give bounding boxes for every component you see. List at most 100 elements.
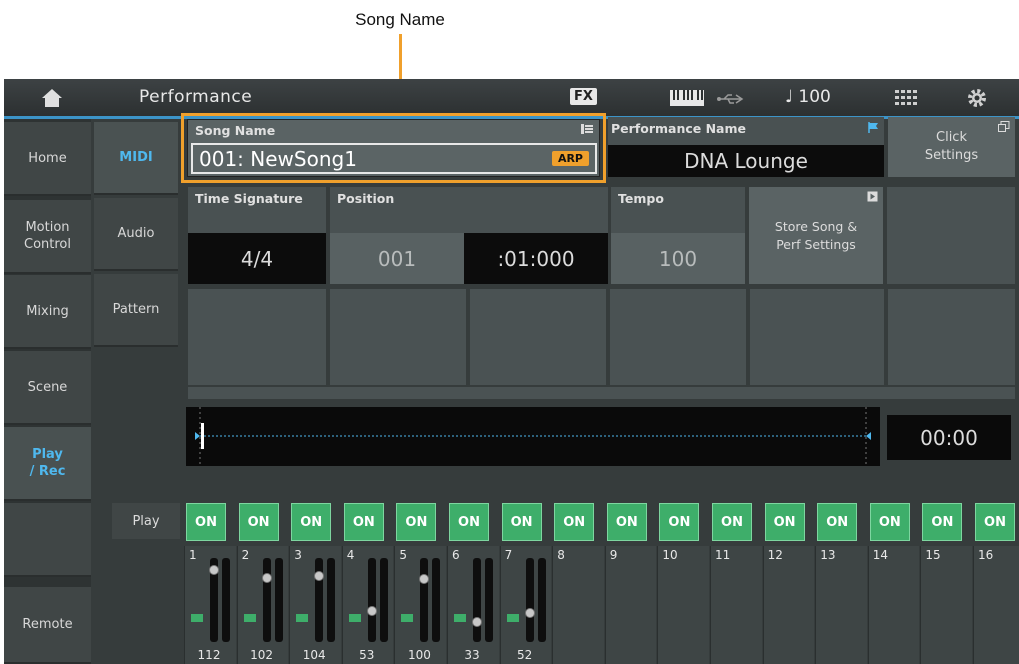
track-strip-2[interactable]: 2 102: [236, 546, 289, 664]
track-11-on-button[interactable]: ON: [712, 503, 752, 541]
song-timeline[interactable]: [186, 407, 880, 466]
empty-slot: [188, 387, 1015, 399]
nav-home[interactable]: Home: [4, 122, 91, 196]
track-12-on-button[interactable]: ON: [764, 503, 805, 541]
time-signature-label: Time Signature: [195, 191, 303, 206]
tempo-indicator[interactable]: ♩ 100: [785, 87, 831, 107]
play-icon: [867, 191, 878, 202]
click-settings-button[interactable]: Click Settings: [888, 117, 1015, 177]
nav-remote[interactable]: Remote: [4, 587, 91, 664]
track-strip-12[interactable]: 12: [762, 546, 815, 664]
sub-tab-midi[interactable]: MIDI: [94, 122, 178, 195]
nav-scene[interactable]: Scene: [4, 351, 91, 425]
volume-fader[interactable]: [314, 558, 325, 642]
track-10-on-button[interactable]: ON: [659, 503, 700, 541]
track-strip-4[interactable]: 4 53: [341, 546, 394, 664]
track-strip-5[interactable]: 5 100: [394, 546, 446, 664]
tempo-panel[interactable]: Tempo 100: [611, 187, 745, 284]
level-meter: [537, 558, 546, 642]
click-settings-label: Click Settings: [924, 130, 979, 163]
fader-knob[interactable]: [366, 606, 377, 616]
song-name-label: Song Name: [195, 123, 276, 138]
store-settings-label: Store Song & Perf Settings: [774, 218, 858, 252]
volume-fader[interactable]: [472, 558, 482, 642]
time-signature-panel[interactable]: Time Signature 4/4: [188, 187, 326, 284]
track-strip-13[interactable]: 13: [815, 546, 867, 664]
fader-knob[interactable]: [314, 571, 325, 581]
volume-fader[interactable]: [209, 558, 219, 642]
time-signature-value: 4/4: [188, 233, 326, 284]
track-16-on-button[interactable]: ON: [975, 503, 1015, 541]
track-strip-6[interactable]: 6 33: [447, 546, 499, 664]
nav-motion-control-label: Motion Control: [24, 220, 71, 252]
fader-knob[interactable]: [261, 573, 272, 583]
grid-icon[interactable]: [895, 90, 917, 110]
performance-name-value: DNA Lounge: [608, 145, 884, 177]
nav-empty[interactable]: [4, 503, 91, 577]
volume-fader[interactable]: [261, 558, 272, 642]
empty-panel: [887, 187, 1015, 284]
track-strip-14[interactable]: 14: [867, 546, 920, 664]
song-name-panel[interactable]: Song Name 001: NewSong1 ARP: [187, 119, 600, 177]
sub-tab-pattern[interactable]: Pattern: [94, 274, 178, 347]
track-volume-value: 53: [359, 648, 375, 662]
fader-knob[interactable]: [419, 574, 430, 584]
song-name-field[interactable]: 001: NewSong1 ARP: [191, 143, 597, 174]
track-7-on-button[interactable]: ON: [501, 503, 542, 541]
store-settings-button[interactable]: Store Song & Perf Settings: [749, 187, 883, 284]
track-number: 8: [557, 548, 565, 562]
track-strip-9[interactable]: 9: [604, 546, 657, 664]
position-label: Position: [337, 191, 395, 206]
track-5-on-button[interactable]: ON: [396, 503, 437, 541]
track-number: 13: [820, 548, 836, 562]
track-2-on-button[interactable]: ON: [238, 503, 279, 541]
position-panel[interactable]: Position 001 :01:000: [330, 187, 608, 284]
track-6-on-button[interactable]: ON: [449, 503, 489, 541]
nav-mixing[interactable]: Mixing: [4, 275, 91, 349]
track-number: 6: [452, 548, 460, 562]
empty-slot: [888, 289, 1015, 385]
time-display: 00:00: [887, 415, 1011, 460]
track-strip-16[interactable]: 16: [973, 546, 1019, 664]
track-15-on-button[interactable]: ON: [922, 503, 963, 541]
position-beat[interactable]: :01:000: [464, 233, 608, 284]
keyboard-part-icon: [348, 614, 361, 622]
volume-fader[interactable]: [524, 558, 535, 642]
track-number: 12: [767, 548, 783, 562]
home-icon[interactable]: [4, 79, 99, 116]
performance-name-panel[interactable]: Performance Name DNA Lounge: [608, 117, 884, 177]
fader-knob[interactable]: [524, 608, 535, 618]
volume-fader[interactable]: [366, 558, 377, 642]
keyboard-part-icon: [401, 614, 414, 622]
track-8-on-button[interactable]: ON: [554, 503, 595, 541]
track-9-on-button[interactable]: ON: [606, 503, 647, 541]
track-volume-value: 100: [407, 648, 431, 662]
volume-fader[interactable]: [419, 558, 430, 642]
track-14-on-button[interactable]: ON: [869, 503, 910, 541]
synth-screen: Performance FX ♩ 100 Home Motion Control…: [4, 79, 1019, 664]
fx-indicator[interactable]: FX: [570, 88, 597, 105]
track-strip-15[interactable]: 15: [920, 546, 972, 664]
sub-tab-audio[interactable]: Audio: [94, 198, 178, 271]
track-strip-11[interactable]: 11: [710, 546, 762, 664]
fader-knob[interactable]: [209, 565, 219, 575]
nav-motion-control[interactable]: Motion Control: [4, 200, 91, 274]
gear-icon[interactable]: [966, 87, 988, 113]
track-strip-3[interactable]: 3 104: [289, 546, 341, 664]
track-13-on-button[interactable]: ON: [817, 503, 858, 541]
track-strip-10[interactable]: 10: [657, 546, 709, 664]
track-4-on-button[interactable]: ON: [343, 503, 384, 541]
keyboard-part-icon: [191, 614, 203, 622]
position-measure[interactable]: 001: [330, 233, 464, 284]
nav-play-rec[interactable]: Play / Rec: [4, 427, 91, 501]
tempo-value: 100: [611, 233, 745, 284]
track-volume-value: 52: [516, 648, 533, 662]
performance-name-label: Performance Name: [611, 121, 746, 136]
fader-knob[interactable]: [472, 617, 482, 627]
track-strip-8[interactable]: 8: [552, 546, 604, 664]
track-1-on-button[interactable]: ON: [186, 503, 226, 541]
track-strip-7[interactable]: 7 52: [499, 546, 552, 664]
track-strip-1[interactable]: 1 112: [184, 546, 236, 664]
keyboard-icon: [670, 90, 704, 110]
track-3-on-button[interactable]: ON: [291, 503, 332, 541]
